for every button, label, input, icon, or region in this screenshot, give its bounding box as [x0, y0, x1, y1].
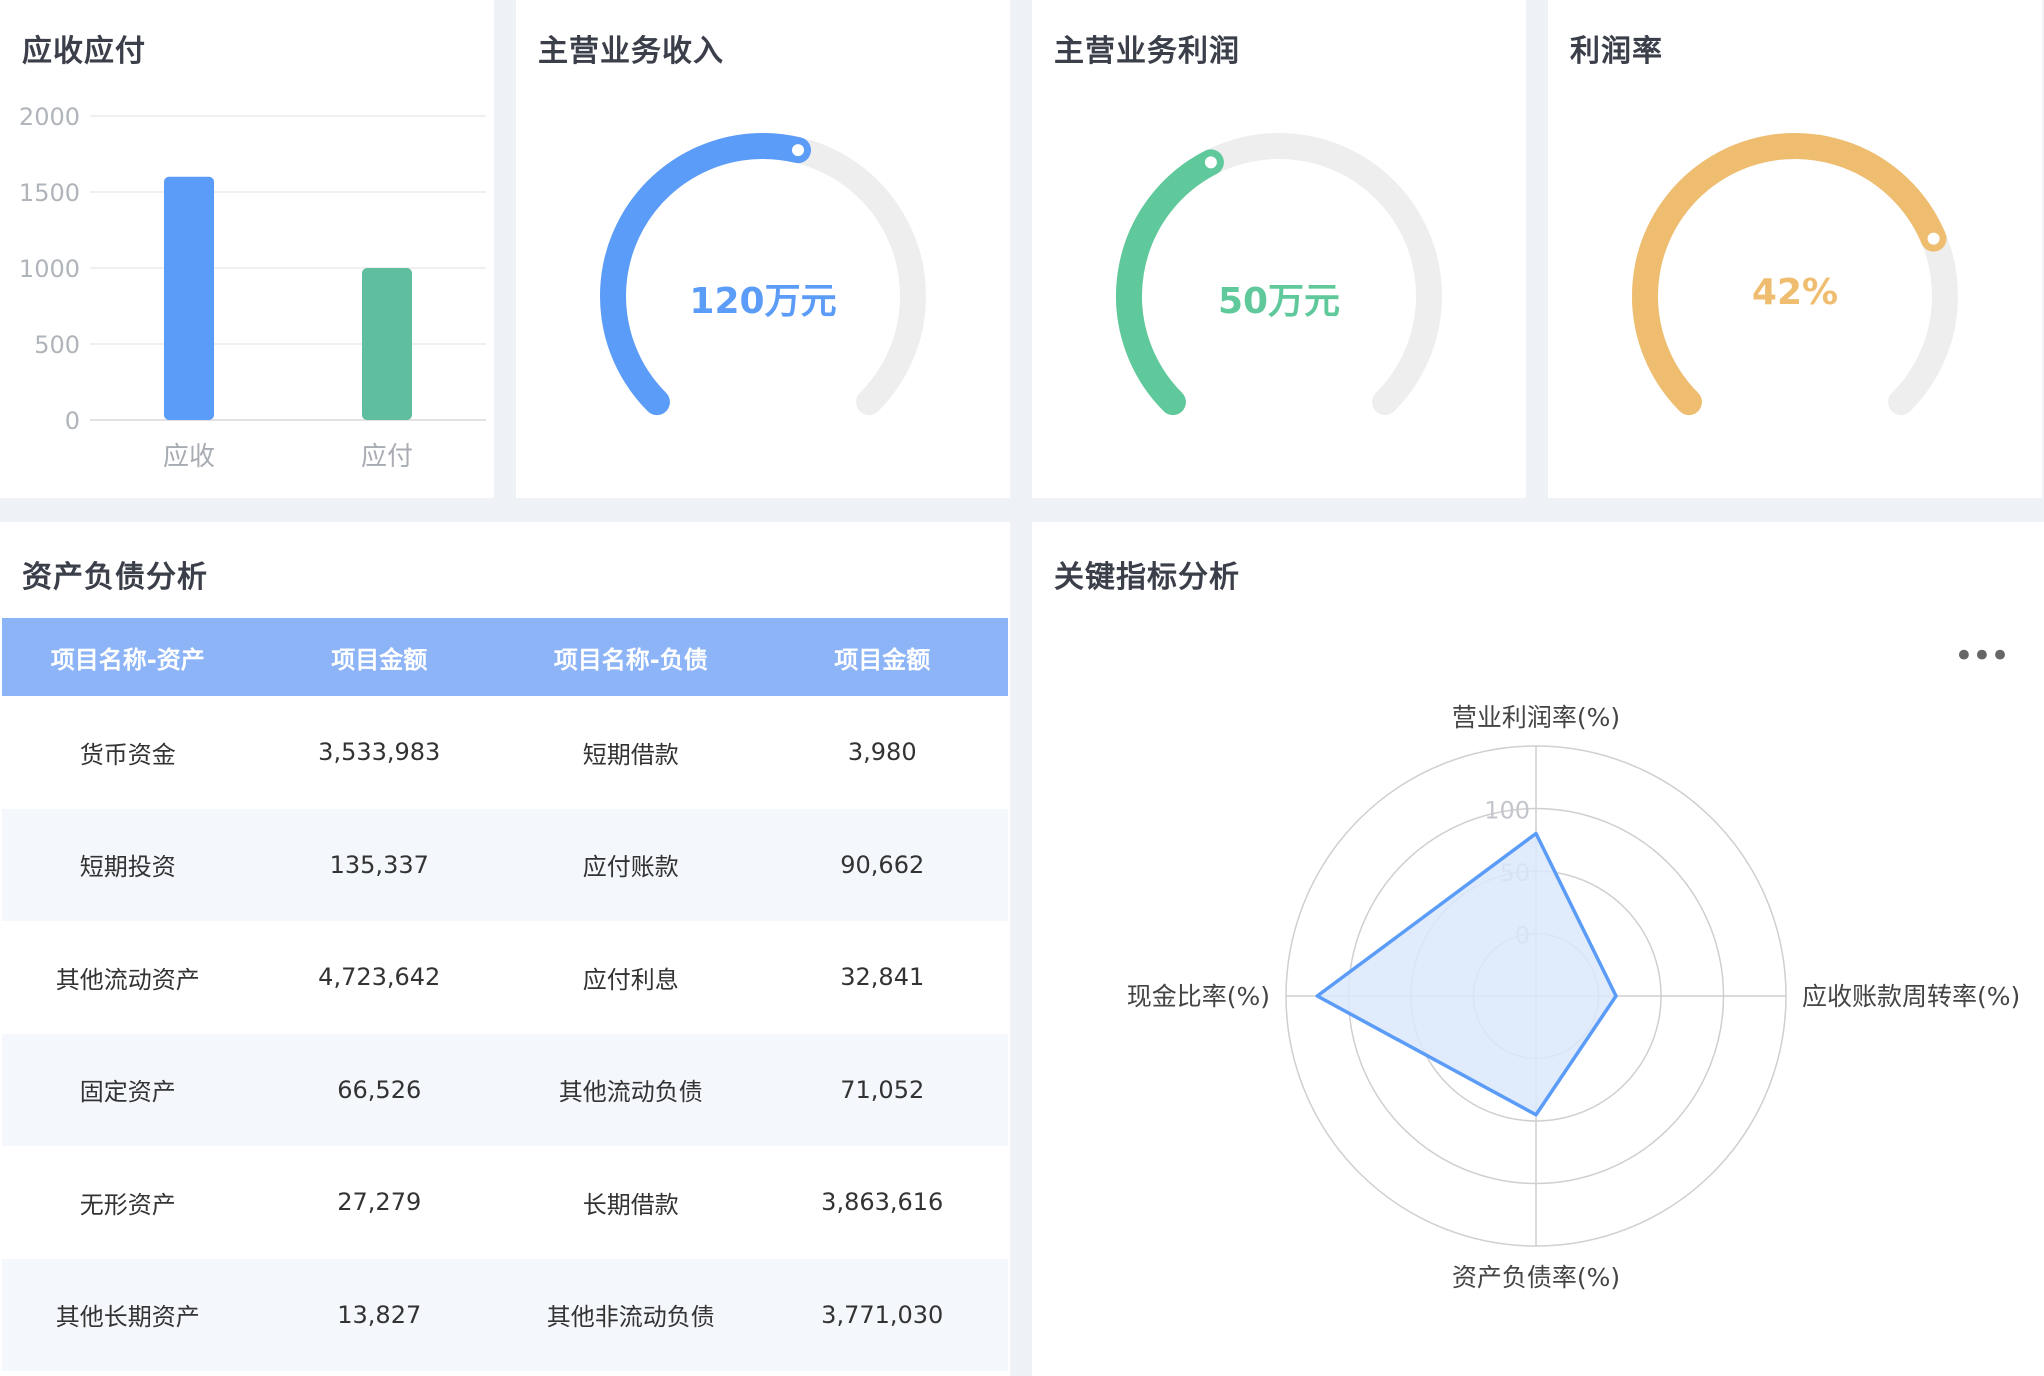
- revenue-card: 主营业务收入 120万元: [516, 0, 1010, 498]
- y-tick-label: 1500: [19, 179, 80, 207]
- cell-asset-amount: 3,533,983: [318, 738, 441, 767]
- key-indicators-card: 关键指标分析 050100营业利润率(%)应收账款周转率(%)资产负债率(%)现…: [1032, 522, 2044, 1376]
- cell-asset-name: 其他流动资产: [55, 965, 200, 994]
- cell-liability-name: 其他非流动负债: [505, 1258, 757, 1371]
- balance-sheet-table: 项目名称-资产 项目金额 项目名称-负债 项目金额 货币资金 3,533,983…: [2, 618, 1008, 1371]
- header-liability-name: 项目名称-负债: [505, 618, 757, 696]
- cell-liability-name: 应付账款: [505, 808, 757, 921]
- receivable-payable-chart: 0 500 1000 1500 2000 应收 应付: [19, 103, 486, 472]
- profit-value: 50万元: [1217, 281, 1341, 322]
- y-tick-label: 1000: [19, 255, 80, 283]
- profit-card: 主营业务利润 50万元: [1032, 0, 1526, 498]
- radar-tick-label: 100: [1484, 797, 1530, 825]
- x-tick-label: 应收: [163, 442, 215, 472]
- more-horizontal-icon[interactable]: •••: [1954, 639, 2010, 673]
- margin-gauge: [1632, 133, 1958, 416]
- radar-indicator-label: 应收账款周转率(%): [1802, 982, 2020, 1011]
- balance-sheet-title: 资产负债分析: [22, 560, 208, 595]
- gauge-knob: [1200, 152, 1221, 173]
- cell-asset-amount: 27,279: [337, 1188, 422, 1217]
- cell-asset-name: 货币资金: [79, 740, 176, 769]
- bar: [164, 176, 214, 420]
- cell-liability-amount: 3,980: [847, 738, 917, 767]
- header-asset-name: 项目名称-资产: [2, 618, 254, 696]
- table-row: 其他流动资产 4,723,642 应付利息 32,841: [2, 921, 1008, 1034]
- cell-liability-name: 其他流动负债: [505, 1033, 757, 1146]
- cell-asset-amount: 135,337: [253, 808, 505, 921]
- gauge-knob: [788, 140, 809, 161]
- cell-asset-amount: 4,723,642: [318, 963, 441, 992]
- cell-liability-name: 长期借款: [582, 1190, 679, 1219]
- table-row: 货币资金 3,533,983 短期借款 3,980: [2, 696, 1008, 809]
- cell-asset-amount: 13,827: [253, 1258, 505, 1371]
- receivable-payable-card: 应收 应付 0 500 1000 1500 2000 应收 应付: [0, 0, 494, 498]
- radar-indicator-label: 现金比率(%): [1127, 982, 1270, 1011]
- cell-liability-name: 应付利息: [582, 965, 679, 994]
- bar: [362, 268, 412, 420]
- cell-liability-amount: 3,771,030: [756, 1258, 1008, 1371]
- revenue-value: 120万元: [689, 281, 837, 322]
- cell-liability-amount: 90,662: [756, 808, 1008, 921]
- margin-value: 42%: [1751, 272, 1839, 313]
- table-header-row: 项目名称-资产 项目金额 项目名称-负债 项目金额: [2, 618, 1008, 696]
- gauge-knob: [1923, 228, 1944, 249]
- cell-asset-amount: 66,526: [253, 1033, 505, 1146]
- radar-indicator-label: 营业利润率(%): [1452, 703, 1620, 732]
- cell-asset-name: 短期投资: [2, 808, 254, 921]
- y-tick-label: 500: [34, 331, 80, 359]
- margin-card: 利润率 42%: [1548, 0, 2042, 498]
- cell-liability-amount: 71,052: [756, 1033, 1008, 1146]
- x-tick-label: 应付: [361, 442, 413, 472]
- table-row: 固定资产 66,526 其他流动负债 71,052: [2, 1033, 1008, 1146]
- cell-liability-amount: 3,863,616: [821, 1188, 944, 1217]
- table-row: 短期投资 135,337 应付账款 90,662: [2, 808, 1008, 921]
- cell-asset-name: 固定资产: [2, 1033, 254, 1146]
- cell-asset-name: 无形资产: [79, 1190, 176, 1219]
- revenue-gauge: [600, 133, 926, 416]
- cell-liability-amount: 32,841: [840, 963, 925, 992]
- y-tick-label: 2000: [19, 103, 80, 131]
- table-row: 无形资产 27,279 长期借款 3,863,616: [2, 1146, 1008, 1259]
- table-row: 其他长期资产 13,827 其他非流动负债 3,771,030: [2, 1258, 1008, 1371]
- cell-asset-name: 其他长期资产: [2, 1258, 254, 1371]
- radar-indicator-label: 资产负债率(%): [1452, 1263, 1620, 1292]
- profit-gauge: [1116, 133, 1442, 416]
- header-liability-amount: 项目金额: [756, 618, 1008, 696]
- key-indicators-radar-chart: 050100营业利润率(%)应收账款周转率(%)资产负债率(%)现金比率(%): [1127, 703, 2021, 1292]
- header-asset-amount: 项目金额: [253, 618, 505, 696]
- cell-liability-name: 短期借款: [582, 740, 679, 769]
- y-tick-label: 0: [65, 407, 80, 435]
